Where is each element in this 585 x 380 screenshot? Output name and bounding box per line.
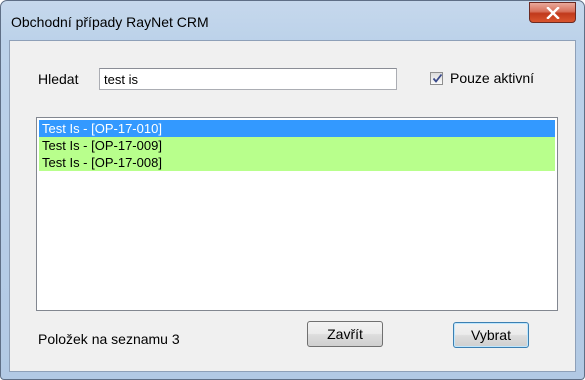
- results-list[interactable]: Test Is - [OP-17-010] Test Is - [OP-17-0…: [36, 117, 558, 311]
- checkbox-box[interactable]: [430, 72, 443, 85]
- checkmark-icon: [432, 73, 443, 83]
- search-label: Hledat: [38, 71, 79, 87]
- list-item[interactable]: Test Is - [OP-17-010]: [39, 120, 555, 137]
- close-icon: [546, 7, 560, 19]
- select-button[interactable]: Vybrat: [453, 322, 529, 348]
- close-button[interactable]: Zavřít: [307, 321, 383, 347]
- dialog-client-area: Hledat Pouze aktivní Test Is - [OP-17-01…: [9, 40, 576, 372]
- list-item[interactable]: Test Is - [OP-17-009]: [39, 137, 555, 154]
- window-title: Obchodní případy RayNet CRM: [11, 14, 209, 30]
- window-close-button[interactable]: [529, 2, 576, 23]
- search-input[interactable]: [99, 68, 397, 90]
- dialog-window: Obchodní případy RayNet CRM Hledat Pouze…: [0, 0, 585, 380]
- active-only-label: Pouze aktivní: [450, 70, 535, 86]
- list-item[interactable]: Test Is - [OP-17-008]: [39, 154, 555, 171]
- title-bar[interactable]: Obchodní případy RayNet CRM: [1, 1, 584, 35]
- item-count-label: Položek na seznamu 3: [38, 331, 180, 347]
